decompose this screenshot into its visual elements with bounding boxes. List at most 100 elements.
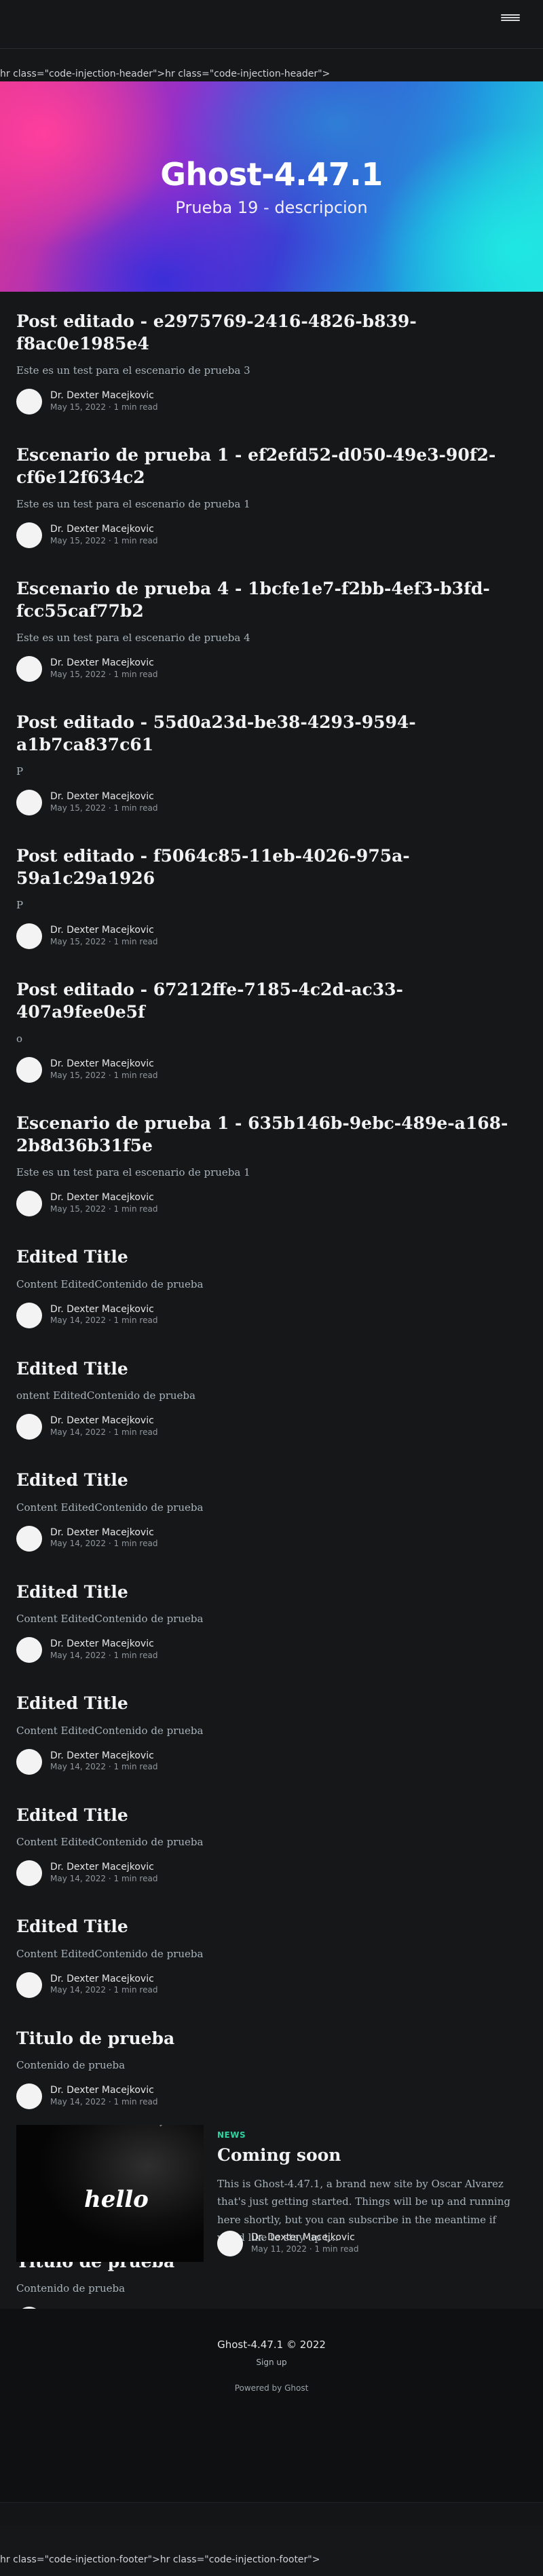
post-excerpt: o: [16, 1033, 23, 1045]
author-name[interactable]: Dr. Dexter Macejkovic: [50, 657, 157, 670]
avatar[interactable]: [16, 1414, 42, 1440]
post-excerpt: P: [16, 765, 24, 777]
post-title[interactable]: Edited Title: [16, 1916, 527, 1938]
featured-post[interactable]: hello NEWS Coming soon This is Ghost-4.4…: [16, 2125, 527, 2264]
avatar[interactable]: [16, 522, 42, 548]
post-card[interactable]: Titulo de prueba Contenido de prueba Dr. D…: [16, 2028, 527, 2109]
post-title[interactable]: Post editado - 67212ffe-7185-4c2d-ac33-4…: [16, 979, 527, 1023]
author-name[interactable]: Dr. Dexter Macejkovic: [50, 925, 157, 937]
post-card[interactable]: Edited Title Content EditedContenido de p…: [16, 1246, 527, 1328]
read-time: 1 min read: [113, 1873, 158, 1883]
post-meta: Dr. Dexter MacejkovicMay 14, 2022 · 1 mi…: [16, 1302, 527, 1328]
avatar[interactable]: [16, 1860, 42, 1886]
post-excerpt: Este es un test para el escenario de pru…: [16, 632, 250, 644]
post-title[interactable]: Edited Title: [16, 1358, 527, 1381]
avatar[interactable]: [16, 389, 42, 415]
post-excerpt: Content EditedContenido de prueba: [16, 1277, 204, 1290]
avatar[interactable]: [16, 656, 42, 682]
post-card[interactable]: Escenario de prueba 4 - 1bcfe1e7-f2bb-4e…: [16, 578, 527, 682]
post-card[interactable]: Edited Title Content EditedContenido de p…: [16, 1581, 527, 1663]
post-date: May 15, 2022 · 1 min read: [50, 1070, 158, 1080]
post-date: May 14, 2022 · 1 min read: [50, 1650, 158, 1660]
post-date-text: May 11, 2022: [251, 2244, 307, 2254]
post-excerpt: Este es un test para el escenario de pru…: [16, 498, 250, 510]
post-date: May 14, 2022 · 1 min read: [50, 2096, 158, 2107]
post-card[interactable]: Edited Title Content EditedContenido de p…: [16, 1693, 527, 1775]
avatar[interactable]: [16, 1525, 42, 1552]
avatar[interactable]: [16, 1302, 42, 1328]
hello-image-text: hello: [84, 2186, 149, 2213]
author-name[interactable]: Dr. Dexter Macejkovic: [50, 524, 157, 536]
post-date: May 14, 2022 · 1 min read: [50, 1539, 158, 1549]
avatar[interactable]: [16, 1637, 42, 1663]
author-name[interactable]: Dr. Dexter Macejkovic: [50, 1750, 157, 1763]
avatar[interactable]: [16, 1057, 42, 1083]
post-title[interactable]: Edited Title: [16, 1469, 527, 1492]
post-title[interactable]: Escenario de prueba 1 - ef2efd52-d050-49…: [16, 444, 527, 488]
author-name[interactable]: Dr. Dexter Macejkovic: [50, 390, 157, 402]
avatar[interactable]: [16, 790, 42, 815]
author-name[interactable]: Dr. Dexter Macejkovic: [50, 1304, 157, 1316]
read-time: 1 min read: [113, 1070, 158, 1080]
post-card[interactable]: Post editado - e2975769-2416-4826-b839-f…: [16, 311, 527, 415]
author-name[interactable]: Dr. Dexter Macejkovic: [50, 1974, 157, 1986]
powered-by-link[interactable]: Powered by Ghost: [0, 2383, 543, 2393]
post-card[interactable]: Edited Title Content EditedContenido de p…: [16, 1805, 527, 1886]
signup-link[interactable]: Sign up: [0, 2358, 543, 2367]
post-card[interactable]: Edited Title ontent EditedContenido de pr…: [16, 1358, 527, 1440]
post-title[interactable]: Edited Title: [16, 1693, 527, 1715]
author-name[interactable]: Dr. Dexter Macejkovic: [50, 2085, 157, 2097]
post-card[interactable]: Post editado - 67212ffe-7185-4c2d-ac33-4…: [16, 979, 527, 1083]
post-card[interactable]: Post editado - f5064c85-11eb-4026-975a-5…: [16, 845, 527, 949]
avatar[interactable]: [16, 1748, 42, 1775]
author-name[interactable]: Dr. Dexter Macejkovic: [50, 1415, 157, 1427]
read-time: 1 min read: [113, 803, 158, 813]
avatar[interactable]: [16, 923, 42, 949]
author-name[interactable]: Dr. Dexter Macejkovic: [251, 2232, 358, 2244]
author-name[interactable]: Dr. Dexter Macejkovic: [50, 1058, 157, 1071]
post-date-text: May 15, 2022: [50, 402, 107, 412]
featured-post-image[interactable]: hello: [16, 2125, 204, 2262]
avatar[interactable]: [16, 1191, 42, 1216]
post-meta: Dr. Dexter Macejkovic May 15, 2022 · 1 mi…: [16, 522, 527, 548]
post-card[interactable]: Escenario de prueba 1 - ef2efd52-d050-49…: [16, 444, 527, 548]
author-name[interactable]: Dr. Dexter Macejkovic: [50, 1862, 157, 1874]
post-title[interactable]: Edited Title: [16, 1246, 527, 1269]
post-title[interactable]: Post editado - e2975769-2416-4826-b839-f…: [16, 311, 527, 355]
site-header: [0, 0, 543, 49]
avatar[interactable]: [16, 1972, 42, 1998]
hamburger-icon[interactable]: [497, 11, 524, 24]
post-date: May 15, 2022 · 1 min read: [50, 535, 158, 545]
post-title[interactable]: Post editado - 55d0a23d-be38-4293-9594-a…: [16, 712, 527, 756]
post-title[interactable]: Escenario de prueba 4 - 1bcfe1e7-f2bb-4e…: [16, 578, 527, 622]
post-tag[interactable]: NEWS: [217, 2130, 246, 2140]
post-date: May 15, 2022 · 1 min read: [50, 1204, 158, 1214]
featured-post-title[interactable]: Coming soon: [217, 2145, 341, 2165]
post-meta: Dr. Dexter MacejkovicMay 14, 2022 · 1 mi…: [16, 1972, 527, 1998]
read-time: 1 min read: [113, 1315, 158, 1326]
post-meta: Dr. Dexter Macejkovic May 15, 2022 · 1 mi…: [16, 790, 527, 815]
post-card[interactable]: Edited Title Content EditedContenido de p…: [16, 1916, 527, 1998]
avatar[interactable]: [217, 2231, 243, 2256]
post-excerpt: Contenido de prueba: [16, 2282, 126, 2294]
post-meta: Dr. Dexter Macejkovic May 15, 2022 · 1 mi…: [16, 389, 527, 415]
post-excerpt: ontent EditedContenido de prueba: [16, 1389, 195, 1402]
author-name[interactable]: Dr. Dexter Macejkovic: [50, 1527, 157, 1539]
post-title[interactable]: Post editado - f5064c85-11eb-4026-975a-5…: [16, 845, 527, 889]
footer-copyright[interactable]: Ghost-4.47.1 © 2022: [0, 2339, 543, 2351]
post-card[interactable]: Post editado - 55d0a23d-be38-4293-9594-a…: [16, 712, 527, 815]
post-card[interactable]: Edited Title Content EditedContenido de p…: [16, 1469, 527, 1552]
post-meta: Dr. Dexter Macejkovic May 15, 2022 · 1 mi…: [16, 1191, 527, 1216]
post-card[interactable]: Escenario de prueba 1 - 635b146b-9ebc-48…: [16, 1113, 527, 1216]
author-name[interactable]: Dr. Dexter Macejkovic: [50, 1638, 157, 1651]
post-title[interactable]: Edited Title: [16, 1581, 527, 1604]
post-title[interactable]: Escenario de prueba 1 - 635b146b-9ebc-48…: [16, 1113, 527, 1157]
post-title[interactable]: Edited Title: [16, 1805, 527, 1827]
post-title[interactable]: Titulo de prueba: [16, 2028, 527, 2050]
post-excerpt: Content EditedContenido de prueba: [16, 1501, 204, 1514]
author-name[interactable]: Dr. Dexter Macejkovic: [50, 791, 157, 803]
post-date-text: May 15, 2022: [50, 669, 107, 679]
avatar[interactable]: [16, 2083, 42, 2109]
post-date: May 14, 2022 · 1 min read: [50, 1985, 158, 1995]
author-name[interactable]: Dr. Dexter Macejkovic: [50, 1192, 157, 1204]
